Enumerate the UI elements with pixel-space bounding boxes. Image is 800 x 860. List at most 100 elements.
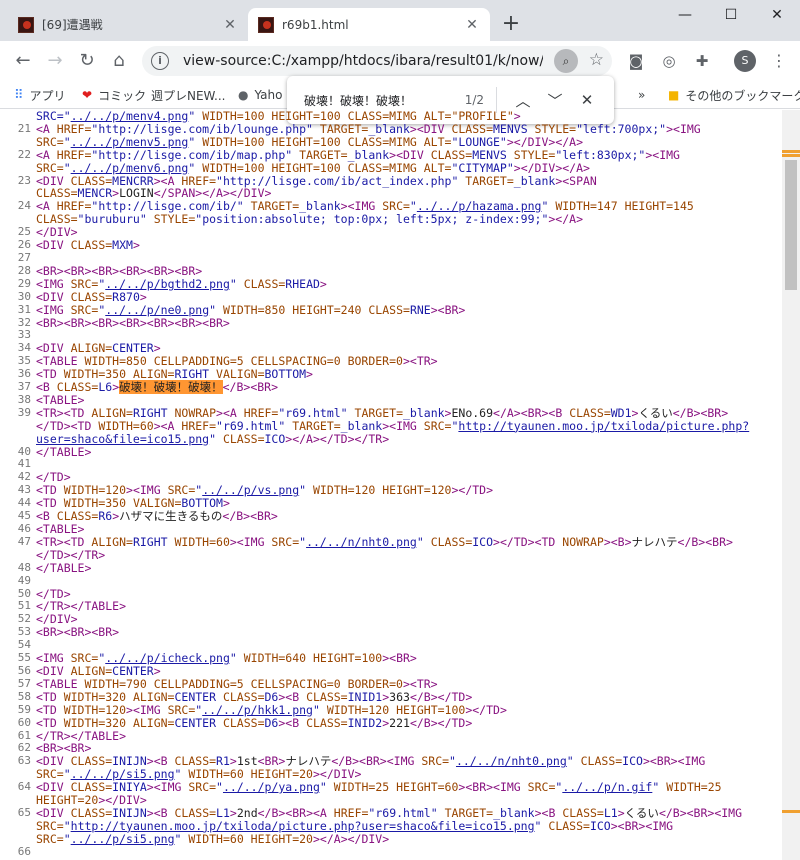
- source-link[interactable]: ../../p/vs.png: [202, 483, 299, 497]
- code-token: MENCR: [77, 186, 113, 201]
- code-token: CLASS=: [430, 147, 473, 162]
- source-link[interactable]: ../../p/bgthd2.png: [105, 277, 230, 291]
- source-link[interactable]: ../../p/menv6.png: [71, 161, 189, 175]
- source-link[interactable]: ../../p/ne0.png: [105, 303, 209, 317]
- code-token: ></TD>: [451, 483, 494, 498]
- code-token: L1: [216, 805, 230, 820]
- source-link[interactable]: ../../n/nht0.png: [306, 535, 417, 549]
- url-text[interactable]: view-source:C:/xampp/htdocs/ibara/result…: [183, 53, 543, 69]
- source-link[interactable]: ../../p/hkk1.png: [202, 703, 313, 717]
- line-code: <BR><BR><BR>: [34, 626, 782, 639]
- extension-icon[interactable]: ◎: [656, 48, 682, 74]
- scrollbar-thumb[interactable]: [785, 160, 797, 290]
- code-token: ></A></TD></TR>: [285, 431, 390, 446]
- tab-title: r69b1.html: [282, 17, 349, 32]
- info-icon[interactable]: i: [151, 52, 169, 70]
- source-link[interactable]: ../../p/ya.png: [223, 780, 320, 794]
- code-token: ><IMG: [146, 780, 189, 795]
- profile-avatar[interactable]: S: [734, 50, 756, 72]
- reload-button[interactable]: ↻: [74, 48, 100, 74]
- code-token: >: [139, 289, 147, 304]
- code-token: CENTER: [112, 663, 154, 678]
- source-link[interactable]: http://tyaunen.moo.jp/txiloda/picture.ph…: [458, 419, 749, 433]
- code-token: WIDTH=100 HEIGHT=100 CLASS=MIMG ALT=: [195, 134, 452, 149]
- code-token: "r69.html": [216, 418, 286, 433]
- new-tab-button[interactable]: +: [500, 13, 522, 35]
- vertical-scrollbar[interactable]: [782, 110, 800, 860]
- line-code: </DIV>: [34, 613, 782, 626]
- find-input[interactable]: 破壊！破壊！破壊！: [304, 92, 444, 109]
- source-link[interactable]: ../../p/n.gif: [562, 780, 652, 794]
- source-link[interactable]: ../../p/si5.png: [71, 767, 175, 781]
- bookmark-star-icon[interactable]: ☆: [589, 50, 604, 70]
- code-token: CLASS=: [541, 818, 590, 833]
- line-number: 60: [17, 715, 31, 729]
- source-line: 47 <TR><TD ALIGN=RIGHT WIDTH=60><IMG SRC=…: [0, 534, 782, 549]
- code-token: <A: [36, 147, 57, 162]
- code-token: ><B>: [603, 534, 632, 549]
- close-tab-icon[interactable]: ✕: [222, 17, 238, 33]
- forward-button[interactable]: →: [42, 48, 68, 74]
- close-tab-icon[interactable]: ✕: [464, 17, 480, 33]
- source-link[interactable]: user=shaco&file=ico15.png: [36, 432, 209, 446]
- source-link[interactable]: ../../p/menv5.png: [71, 135, 189, 149]
- code-token: D6: [264, 689, 279, 704]
- source-link[interactable]: http://tyaunen.moo.jp/txiloda/picture.ph…: [71, 819, 535, 833]
- source-link[interactable]: ../../p/icheck.png: [105, 651, 230, 665]
- source-link[interactable]: ../../n/nht0.png: [456, 754, 567, 768]
- code-token: <IMG: [36, 302, 71, 317]
- code-token: <IMG: [36, 651, 71, 666]
- code-token: </B></TD>: [409, 689, 473, 704]
- find-match-marker: [782, 150, 800, 153]
- close-window-button[interactable]: ✕: [754, 2, 800, 30]
- find-close-button[interactable]: ✕: [571, 91, 603, 109]
- line-number: [0, 136, 34, 149]
- code-token: TARGET=: [285, 418, 341, 433]
- bookmark-yahoo[interactable]: ● Yaho: [238, 86, 282, 104]
- home-button[interactable]: ⌂: [106, 48, 132, 74]
- menu-kebab-icon[interactable]: ⋮: [766, 48, 792, 74]
- code-token: ><IMG: [126, 483, 168, 498]
- find-previous-button[interactable]: ︿: [507, 90, 539, 111]
- source-view[interactable]: SRC="../../p/menv4.png" WIDTH=100 HEIGHT…: [0, 110, 782, 860]
- code-token: </A><BR><B: [493, 405, 570, 420]
- puzzle-icon[interactable]: ✚: [689, 48, 715, 74]
- bookmark-label: 週プレNEW...: [151, 88, 226, 103]
- code-token: TARGET=: [243, 199, 300, 214]
- code-token: </TR></TABLE>: [36, 599, 127, 614]
- source-link[interactable]: ../../p/hazama.png: [417, 199, 542, 213]
- maximize-button[interactable]: ☐: [708, 2, 754, 30]
- code-token: ><BR><IMG: [642, 754, 706, 769]
- tab-encounter[interactable]: [69]遭遇戦 ✕: [8, 8, 248, 41]
- code-token: ": [449, 754, 456, 769]
- line-number: 27: [17, 250, 31, 264]
- code-token: SRC=: [423, 418, 452, 433]
- code-token: WIDTH=320 ALIGN=: [63, 689, 175, 704]
- code-token: CLASS=: [70, 805, 113, 820]
- other-bookmarks[interactable]: ■ その他のブックマーク: [668, 86, 800, 104]
- bookmark-comic[interactable]: ❤ コミック: [82, 86, 146, 104]
- code-token: <DIV: [36, 663, 71, 678]
- code-token: <B: [36, 509, 57, 524]
- line-number: [0, 162, 34, 175]
- code-token: ><TR>: [402, 676, 438, 691]
- line-number: 21: [17, 121, 31, 135]
- bookmark-apps[interactable]: ⠿ アプリ: [14, 86, 66, 104]
- code-token: >: [132, 238, 140, 253]
- code-token: 2nd: [236, 805, 258, 820]
- find-next-button[interactable]: ﹀: [539, 90, 571, 111]
- code-token: ><TR>: [402, 354, 438, 369]
- code-token: </TD><TD: [36, 418, 99, 433]
- line-code: <B CLASS=L6>破壊！破壊！破壊！</B><BR>: [34, 380, 782, 395]
- bookmark-weekly[interactable]: 週プレNEW...: [151, 86, 226, 104]
- address-bar[interactable]: i view-source:C:/xampp/htdocs/ibara/resu…: [142, 46, 612, 76]
- source-link[interactable]: ../../p/si5.png: [71, 832, 175, 846]
- minimize-button[interactable]: —: [662, 2, 708, 30]
- back-button[interactable]: ←: [10, 48, 36, 74]
- find-icon[interactable]: ⌕: [554, 49, 578, 73]
- camera-icon[interactable]: ◙: [623, 48, 649, 74]
- code-token: RIGHT: [132, 534, 168, 549]
- tab-source[interactable]: r69b1.html ✕: [248, 8, 490, 41]
- bookmarks-overflow-button[interactable]: »: [638, 86, 645, 104]
- code-token: ></DIV>: [98, 793, 147, 808]
